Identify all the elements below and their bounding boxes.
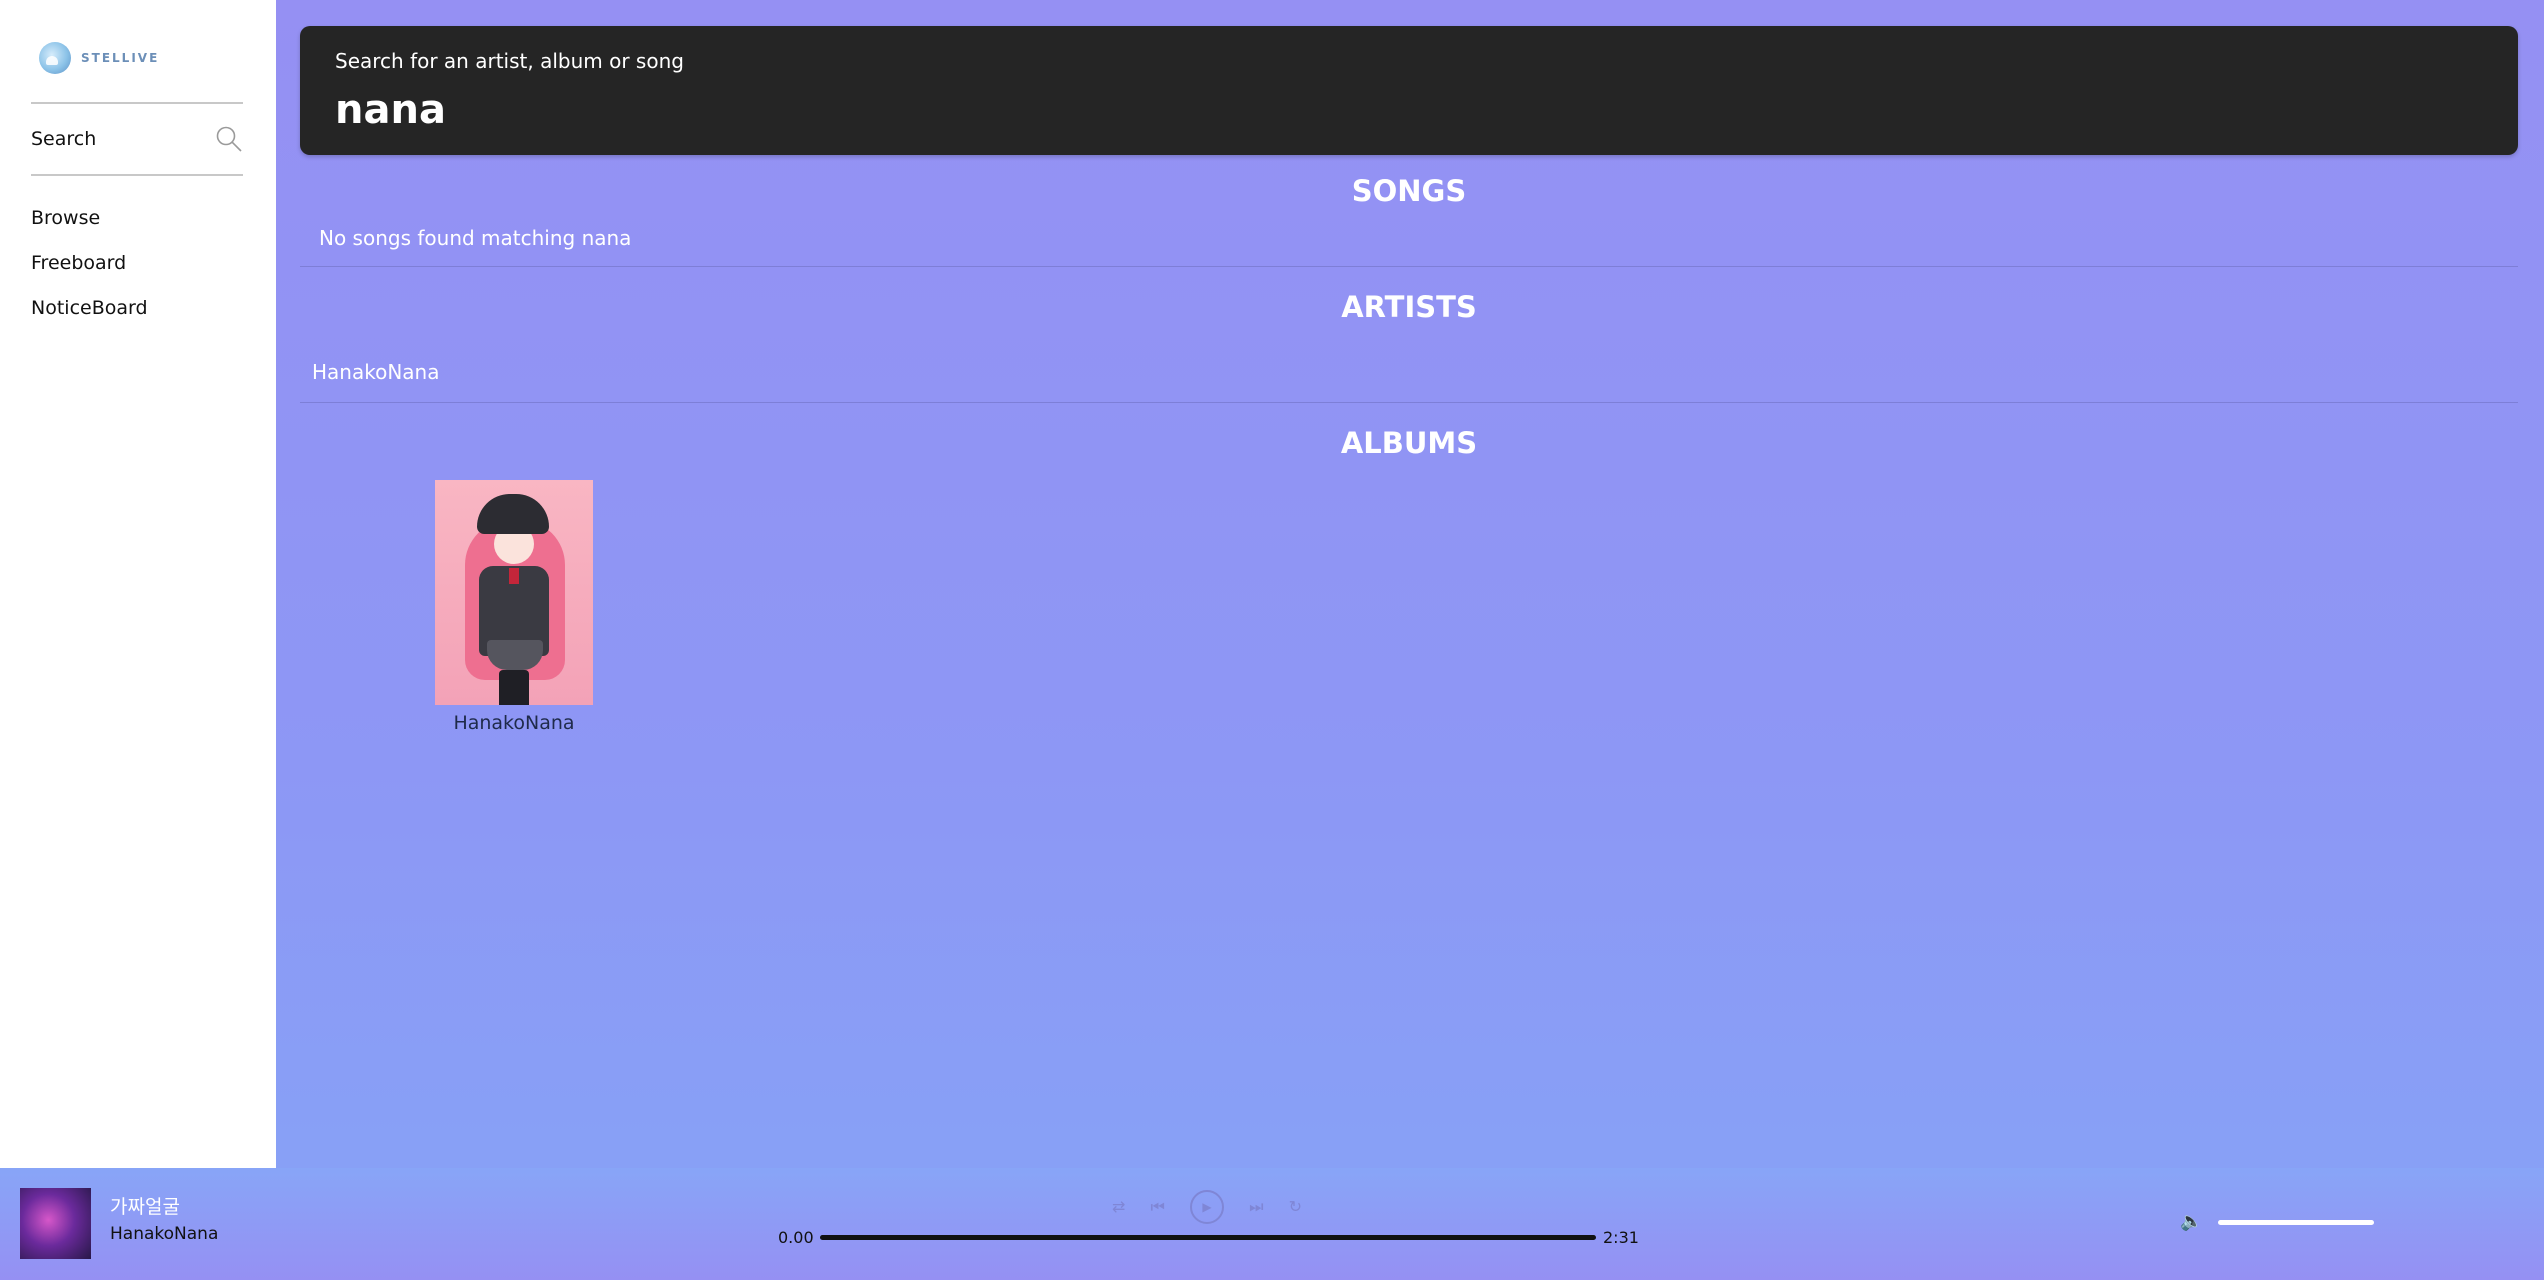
album-label[interactable]: HanakoNana <box>434 712 594 734</box>
next-icon[interactable]: ⏭ <box>1249 1199 1263 1215</box>
songs-heading: SONGS <box>1351 174 1467 208</box>
artists-heading: ARTISTS <box>1341 290 1477 324</box>
divider <box>300 266 2518 267</box>
sidebar-nav: Browse Freeboard NoticeBoard <box>31 196 245 331</box>
album-art-skirt <box>487 640 543 670</box>
album-art-legs <box>499 670 529 705</box>
now-playing-cover[interactable] <box>20 1188 91 1259</box>
artist-result[interactable]: HanakoNana <box>312 360 439 384</box>
previous-icon[interactable]: ⏮ <box>1151 1199 1165 1215</box>
sidebar: STELLIVE Search Browse Freeboard NoticeB… <box>0 0 276 1168</box>
sidebar-item-browse[interactable]: Browse <box>31 196 245 241</box>
play-icon[interactable]: ▶ <box>1190 1190 1224 1224</box>
now-playing-artist: HanakoNana <box>110 1224 219 1244</box>
progress-bar[interactable] <box>820 1235 1596 1240</box>
search-hint: Search for an artist, album or song <box>335 49 684 73</box>
no-songs-message: No songs found matching nana <box>319 226 632 250</box>
volume-icon[interactable]: 🔈 <box>2180 1211 2202 1232</box>
sidebar-item-noticeboard[interactable]: NoticeBoard <box>31 286 245 331</box>
search-input[interactable]: nana <box>335 87 2483 133</box>
albums-heading: ALBUMS <box>1340 426 1478 460</box>
album-art-ribbon <box>509 568 519 584</box>
sidebar-search[interactable]: Search <box>31 104 243 174</box>
album-cover[interactable] <box>435 480 593 705</box>
sidebar-search-label: Search <box>31 128 97 150</box>
shuffle-icon[interactable]: ⇄ <box>1112 1199 1125 1215</box>
now-playing-title: 가짜얼굴 <box>110 1196 180 1218</box>
divider <box>300 402 2518 403</box>
search-bar[interactable]: Search for an artist, album or song nana <box>300 26 2518 155</box>
album-card[interactable]: HanakoNana <box>434 480 594 734</box>
divider <box>31 174 243 176</box>
duration-time: 2:31 <box>1603 1228 1639 1247</box>
volume-slider[interactable] <box>2218 1220 2374 1225</box>
search-icon[interactable] <box>215 125 243 153</box>
player-bar: 가짜얼굴 HanakoNana ⇄ ⏮ ▶ ⏭ ↻ 0.00 2:31 🔈 <box>0 1168 2544 1280</box>
album-art-hat <box>477 494 549 534</box>
logo-text: STELLIVE <box>81 51 160 65</box>
stellive-logo-icon <box>39 42 71 74</box>
logo[interactable]: STELLIVE <box>39 40 245 76</box>
repeat-icon[interactable]: ↻ <box>1289 1199 1302 1215</box>
playback-controls: ⇄ ⏮ ▶ ⏭ ↻ <box>1112 1190 1302 1224</box>
elapsed-time: 0.00 <box>778 1228 814 1247</box>
sidebar-item-freeboard[interactable]: Freeboard <box>31 241 245 286</box>
